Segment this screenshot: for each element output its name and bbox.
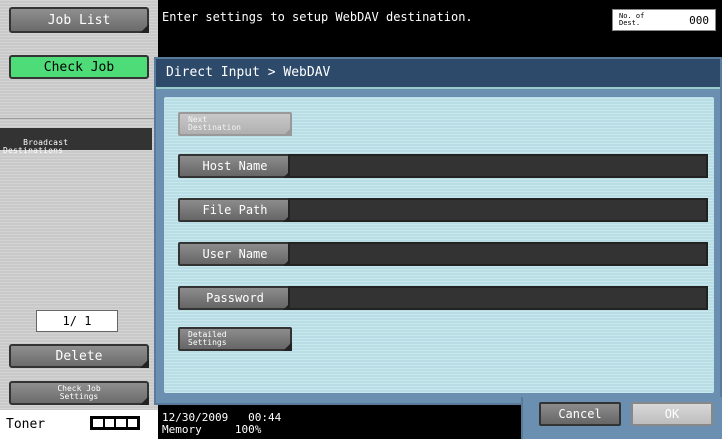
memory-label: Memory [162, 423, 202, 436]
detailed-settings-button[interactable]: Detailed Settings [178, 327, 292, 351]
destination-count-box: No. of Dest. 000 [612, 9, 716, 31]
host-name-label: Host Name [202, 159, 268, 173]
check-job-settings-label: Check Job Settings [57, 384, 101, 401]
toner-label: Toner [6, 417, 46, 432]
page-indicator-text: 1/ 1 [62, 314, 92, 328]
cancel-button[interactable]: Cancel [539, 402, 621, 426]
check-job-button[interactable]: Check Job [9, 55, 149, 79]
cancel-label: Cancel [558, 407, 602, 421]
check-job-label: Check Job [43, 59, 115, 75]
ok-label: OK [664, 407, 680, 421]
password-field[interactable] [288, 286, 708, 310]
next-destination-label: Next Destination [188, 115, 241, 132]
file-path-label: File Path [202, 203, 268, 217]
file-path-button[interactable]: File Path [178, 198, 292, 222]
broadcast-destinations-header: Broadcast Destinations [0, 128, 152, 155]
password-label: Password [206, 291, 264, 305]
toner-level-icon [90, 416, 140, 430]
webdav-settings-panel: Direct Input > WebDAV Next Destination H… [154, 57, 722, 405]
memory-value: 100% [234, 423, 262, 436]
action-button-area: Cancel OK [521, 397, 722, 439]
password-button[interactable]: Password [178, 286, 292, 310]
user-name-label: User Name [202, 247, 268, 261]
file-path-field[interactable] [288, 198, 708, 222]
host-name-field[interactable] [288, 154, 708, 178]
user-name-button[interactable]: User Name [178, 242, 292, 266]
page-indicator: 1/ 1 [36, 310, 118, 332]
divider [0, 118, 158, 119]
toner-status: Toner [0, 410, 158, 439]
delete-button[interactable]: Delete [9, 344, 149, 368]
destination-count-label: No. of Dest. [619, 12, 645, 27]
check-job-settings-button[interactable]: Check Job Settings [9, 381, 149, 405]
instruction-message: Enter settings to setup WebDAV destinati… [162, 10, 473, 24]
detailed-settings-label: Detailed Settings [188, 330, 227, 347]
user-name-field[interactable] [288, 242, 708, 266]
job-list-button[interactable]: Job List [9, 7, 149, 33]
date-time-memory: 12/30/2009 00:44 Memory 100% [162, 412, 281, 436]
left-sidebar: Job List Check Job Broadcast Destination… [0, 0, 158, 439]
host-name-button[interactable]: Host Name [178, 154, 292, 178]
broadcast-destinations-label: Broadcast Destinations [3, 138, 69, 155]
job-list-label: Job List [47, 12, 111, 28]
panel-body: Next Destination Host Name File Path Use… [164, 97, 714, 393]
destination-count-value: 000 [689, 13, 709, 27]
delete-label: Delete [55, 348, 103, 364]
ok-button[interactable]: OK [631, 402, 713, 426]
panel-title: Direct Input > WebDAV [156, 59, 720, 89]
next-destination-button[interactable]: Next Destination [178, 112, 292, 136]
